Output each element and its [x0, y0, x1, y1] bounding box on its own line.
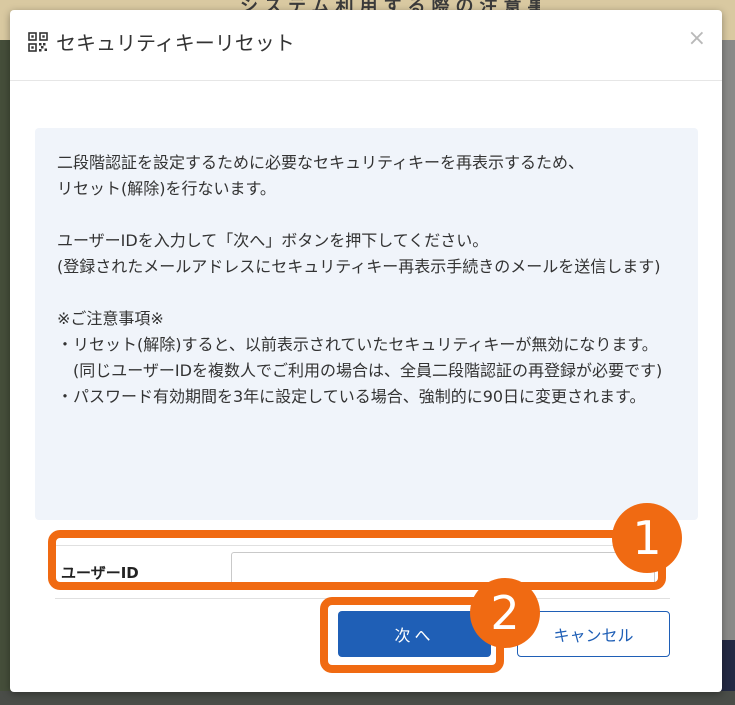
note-item-1: ・リセット(解除)すると、以前表示されていたセキュリティキーが無効になります。	[57, 335, 658, 354]
info-box: 二段階認証を設定するために必要なセキュリティキーを再表示するため、 リセット(解…	[35, 128, 698, 520]
close-icon[interactable]: ×	[688, 26, 706, 52]
info-line-1: 二段階認証を設定するために必要なセキュリティキーを再表示するため、	[57, 153, 585, 172]
next-button[interactable]: 次へ	[338, 611, 491, 657]
user-id-label: ユーザーID	[61, 564, 139, 582]
info-line-3: ユーザーIDを入力して「次へ」ボタンを押下してください。	[57, 231, 489, 250]
qr-code-icon	[28, 32, 48, 52]
cancel-button[interactable]: キャンセル	[517, 611, 670, 657]
security-key-reset-dialog: セキュリティキーリセット × 二段階認証を設定するために必要なセキュリティキーを…	[10, 10, 722, 692]
info-line-2: リセット(解除)を行ないます。	[57, 179, 276, 198]
info-text: 二段階認証を設定するために必要なセキュリティキーを再表示するため、 リセット(解…	[57, 150, 681, 410]
modal-title: セキュリティキーリセット	[56, 31, 295, 55]
info-line-4: (登録されたメールアドレスにセキュリティキー再表示手続きのメールを送信します)	[57, 257, 661, 276]
modal-header: セキュリティキーリセット ×	[10, 10, 722, 81]
background-bottom	[0, 691, 735, 705]
user-id-input[interactable]	[231, 552, 655, 588]
note-item-1-sub: (同じユーザーIDを複数人でご利用の場合は、全員二段階認証の再登録が必要です)	[73, 361, 663, 380]
user-id-row: ユーザーID	[55, 545, 670, 599]
background-right	[721, 40, 735, 705]
note-item-2: ・パスワード有効期間を3年に設定している場合、強制的に90日に変更されます。	[57, 387, 646, 406]
notes-title: ※ご注意事項※	[57, 309, 164, 328]
